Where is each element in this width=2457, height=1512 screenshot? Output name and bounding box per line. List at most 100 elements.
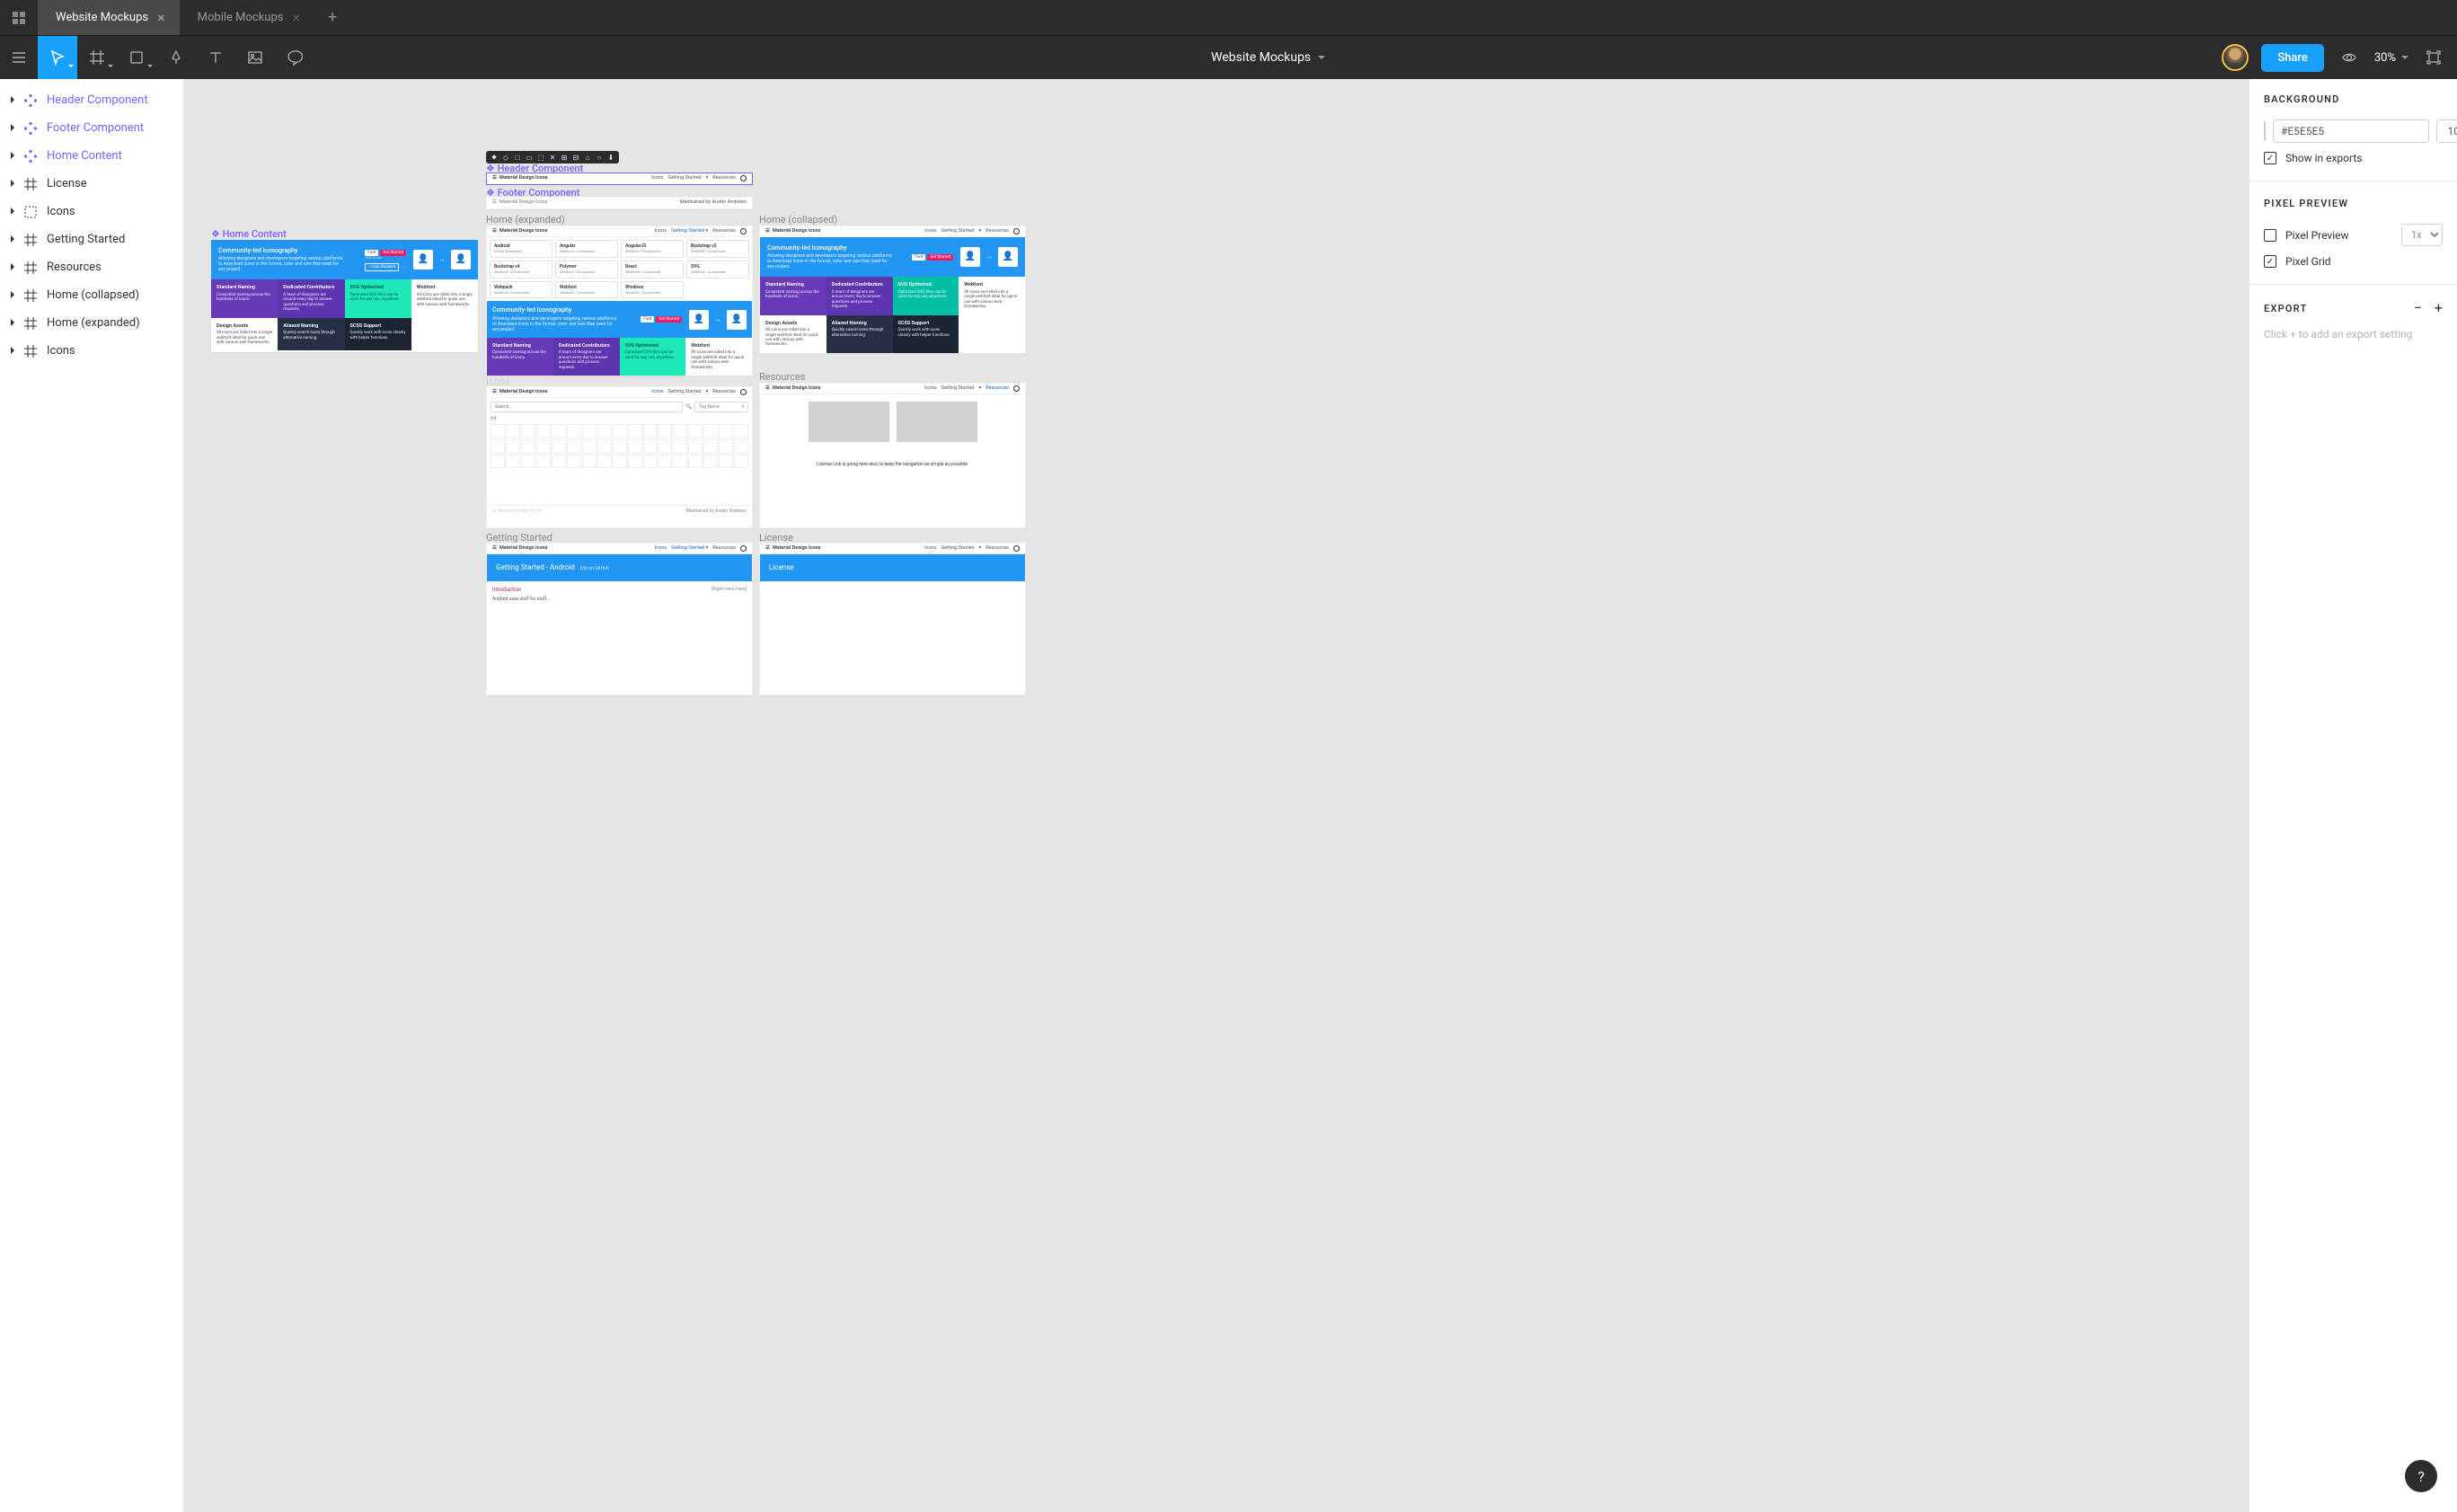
search-input[interactable] [491,402,683,412]
icon-cell[interactable] [613,455,627,469]
present-icon[interactable] [2337,36,2362,79]
icon-cell[interactable] [673,439,687,454]
frame-label[interactable]: Home (collapsed) [759,214,837,225]
image-tool-icon[interactable] [235,36,275,79]
selection-toolbar[interactable]: ⬥◇□▭⬚✕⊞⊟⌂○⬇ [486,151,619,164]
frame-label[interactable]: Resources [759,371,806,383]
frame-tool-icon[interactable] [77,36,117,79]
icon-cell[interactable] [703,439,718,454]
icon-cell[interactable] [673,424,687,438]
tool-icon[interactable]: ⊟ [571,154,580,162]
pen-tool-icon[interactable] [156,36,196,79]
icon-cell[interactable] [673,455,687,469]
icon-cell[interactable] [658,424,672,438]
tool-icon[interactable]: ✕ [548,154,557,162]
icon-cell[interactable] [643,455,658,469]
icon-cell[interactable] [552,424,566,438]
zoom-dropdown[interactable]: 30% [2374,51,2408,65]
icon-cell[interactable] [521,439,535,454]
icon-cell[interactable] [719,424,733,438]
tag-dropdown[interactable]: Tag Name▾ [694,402,748,412]
icon-cell[interactable] [597,439,612,454]
frame-license[interactable]: ☰ Material Design IconsIconsGetting Star… [759,543,1026,695]
help-button[interactable]: ? [2405,1460,2437,1492]
share-button[interactable]: Share [2261,44,2324,72]
tool-icon[interactable]: ⬥ [490,153,499,162]
layer-icons-2[interactable]: Icons [0,337,183,365]
icon-cell[interactable] [582,455,597,469]
close-icon[interactable]: × [293,11,301,25]
icon-cell[interactable] [491,455,505,469]
icon-cell[interactable] [506,455,520,469]
icon-cell[interactable] [536,424,551,438]
layer-footer-component[interactable]: Footer Component [0,114,183,142]
icon-cell[interactable] [552,455,566,469]
move-tool-icon[interactable] [38,36,77,79]
icon-cell[interactable] [658,439,672,454]
comment-tool-icon[interactable] [275,36,314,79]
icon-cell[interactable] [491,439,505,454]
pixel-preview-checkbox[interactable]: Pixel Preview [2264,229,2349,242]
icon-cell[interactable] [506,424,520,438]
text-tool-icon[interactable] [196,36,235,79]
icon-cell[interactable] [688,424,703,438]
frame-home-collapsed[interactable]: ☰ Material Design IconsIconsGetting Star… [759,225,1026,351]
frame-home-content[interactable]: Community-led IconographyAllowing design… [211,240,478,352]
tool-icon[interactable]: ▭ [525,154,534,162]
layer-resources[interactable]: Resources [0,253,183,281]
icon-cell[interactable] [628,424,642,438]
icon-cell[interactable] [719,439,733,454]
icon-cell[interactable] [582,424,597,438]
minus-icon[interactable]: − [2414,301,2422,315]
tool-icon[interactable]: ⊞ [560,154,569,162]
icon-cell[interactable] [521,424,535,438]
tab-mobile-mockups[interactable]: Mobile Mockups × [180,0,314,35]
opacity-input[interactable] [2436,119,2457,143]
icon-cell[interactable] [613,424,627,438]
tool-icon[interactable]: □ [513,154,522,162]
frame-footer-component[interactable]: ☰ Material Design IconsMaintained by Aus… [486,197,753,209]
icon-cell[interactable] [703,455,718,469]
tool-icon[interactable]: ⬇ [606,154,615,162]
apps-icon[interactable] [0,0,38,35]
layer-getting-started[interactable]: Getting Started [0,225,183,253]
icon-cell[interactable] [567,424,581,438]
pixel-grid-checkbox[interactable]: Pixel Grid [2264,255,2443,268]
tool-icon[interactable]: ◇ [501,154,510,162]
hex-input[interactable] [2273,119,2429,143]
icon-cell[interactable] [688,455,703,469]
icon-cell[interactable] [491,424,505,438]
frame-resources[interactable]: ☰ Material Design IconsIconsGetting Star… [759,383,1026,528]
layer-home-content[interactable]: Home Content [0,142,183,170]
icon-cell[interactable] [734,439,748,454]
icon-cell[interactable] [734,424,748,438]
icon-cell[interactable] [552,439,566,454]
icon-cell[interactable] [643,439,658,454]
icon-cell[interactable] [613,439,627,454]
show-in-exports-checkbox[interactable]: Show in exports [2264,152,2443,164]
icon-cell[interactable] [582,439,597,454]
layer-license[interactable]: License [0,170,183,198]
icon-cell[interactable] [536,439,551,454]
icon-cell[interactable] [597,424,612,438]
file-title[interactable]: Website Mockups [314,50,2222,65]
icon-cell[interactable] [567,455,581,469]
icon-cell[interactable] [628,439,642,454]
layer-home-expanded[interactable]: Home (expanded) [0,309,183,337]
frame-getting-started[interactable]: ☰ Material Design IconsIconsGetting Star… [486,543,753,695]
icon-cell[interactable] [734,455,748,469]
avatar[interactable] [2222,44,2249,71]
tool-icon[interactable]: ⌂ [583,154,592,162]
frame-label[interactable]: ❖ Home Content [211,228,287,240]
canvas[interactable]: ⬥◇□▭⬚✕⊞⊟⌂○⬇ ❖ Header Component ☰ Materia… [184,79,2249,1512]
icon-cell[interactable] [719,455,733,469]
zoom-fit-icon[interactable] [2421,36,2446,79]
layer-home-collapsed[interactable]: Home (collapsed) [0,281,183,309]
hamburger-menu-icon[interactable] [0,36,38,79]
frame-icons[interactable]: ☰ Material Design IconsIconsGetting Star… [486,386,753,528]
frame-home-expanded[interactable]: ☰ Material Design IconsIconsGetting Star… [486,225,753,376]
layer-icons[interactable]: Icons [0,198,183,225]
layer-header-component[interactable]: Header Component [0,86,183,114]
shape-tool-icon[interactable] [117,36,156,79]
icon-cell[interactable] [597,455,612,469]
